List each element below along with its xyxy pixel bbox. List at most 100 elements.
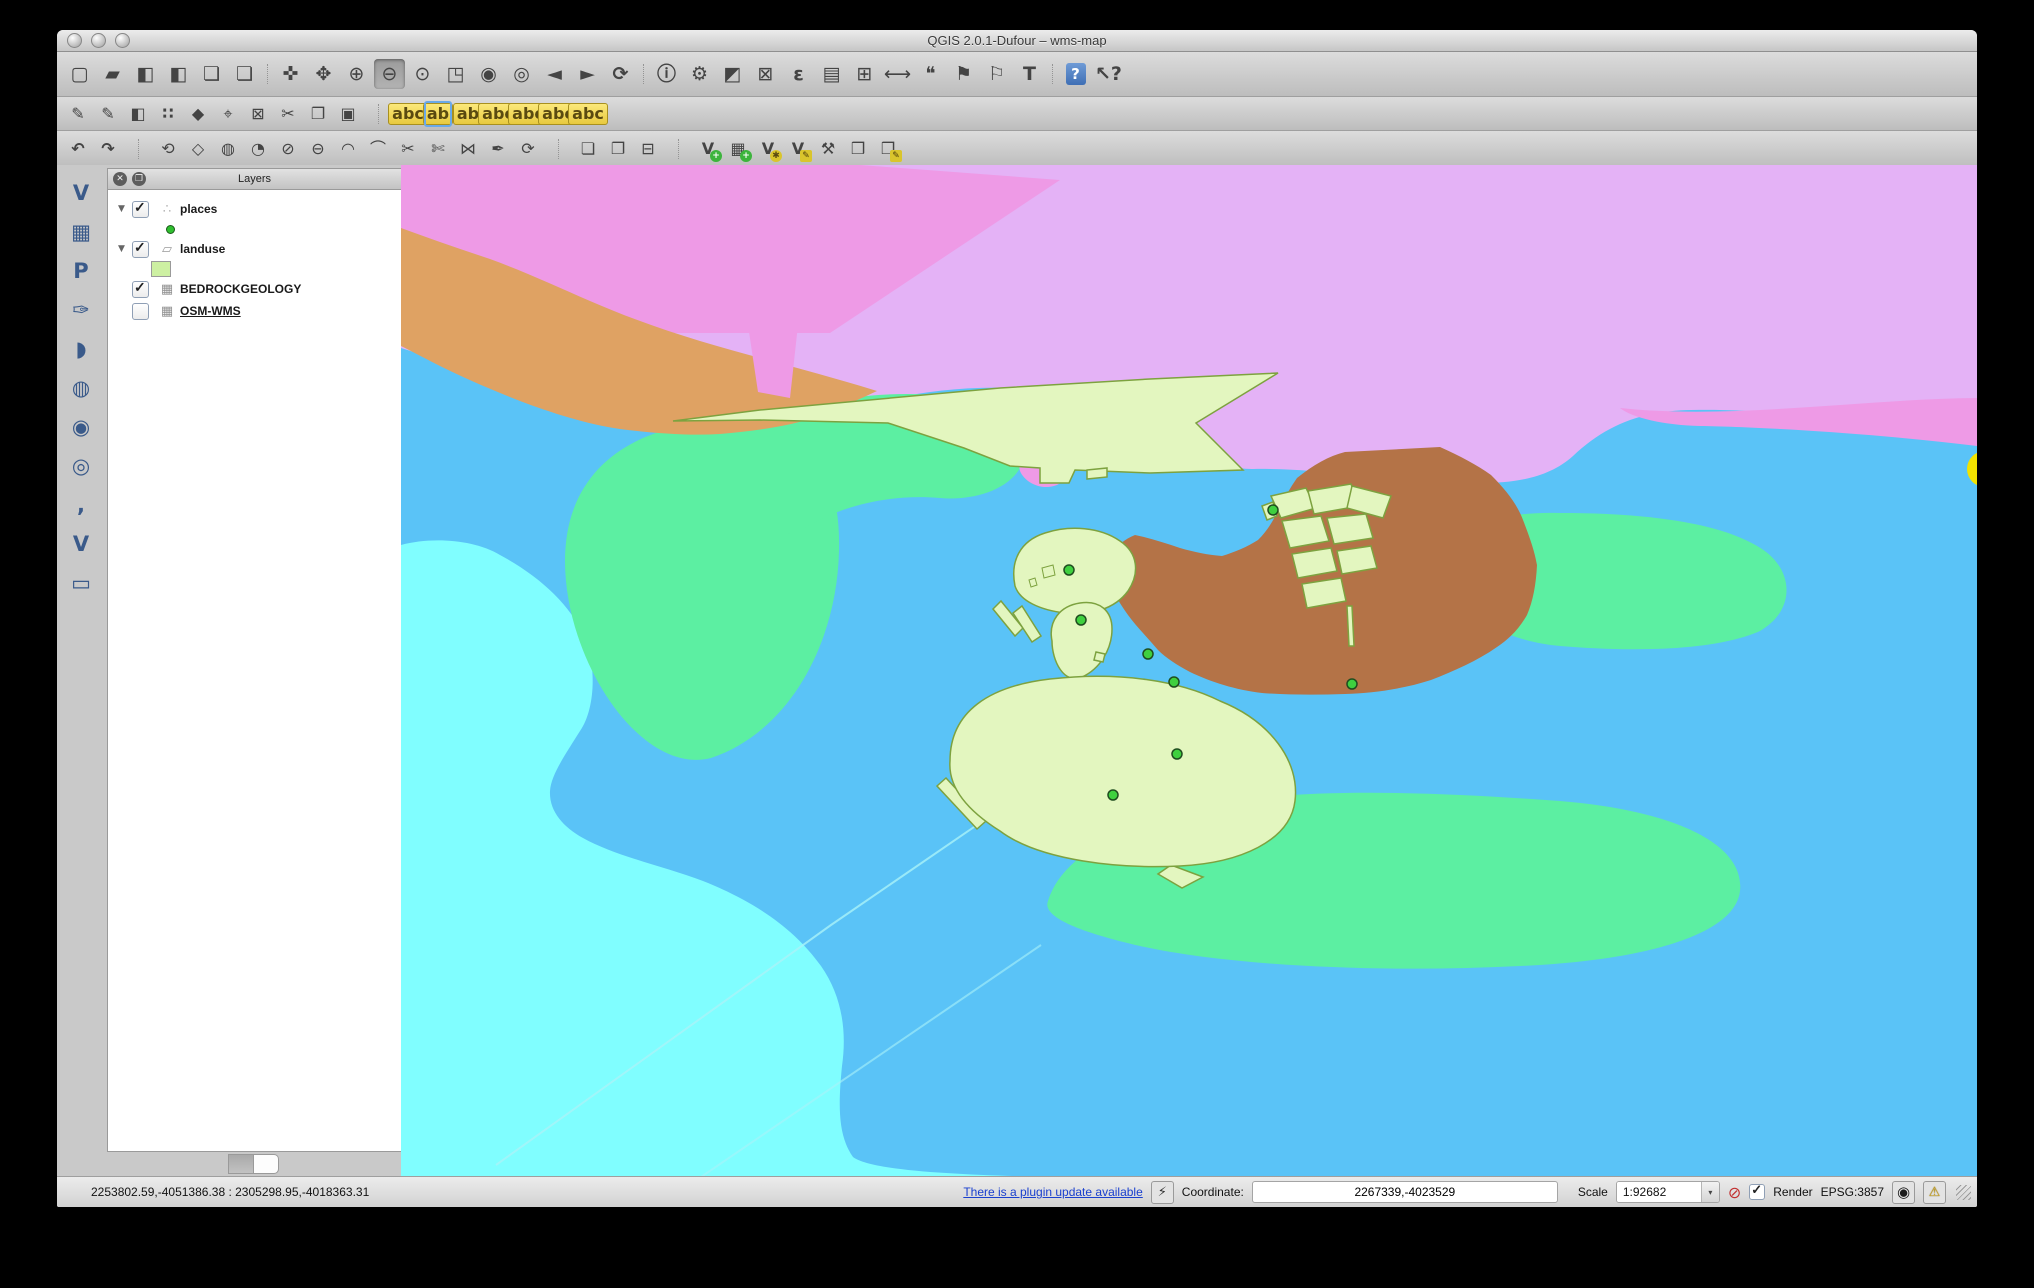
chevron-down-icon[interactable]: ▾	[1701, 1182, 1719, 1202]
layer-item[interactable]: ▼ landuse	[108, 238, 401, 278]
add-oracle-layer-button[interactable]: ◍	[64, 372, 98, 404]
toolbar-button[interactable]	[1047, 59, 1058, 89]
resize-grip[interactable]	[1956, 1185, 1971, 1200]
composer-manager-button[interactable]: ❏	[229, 59, 260, 89]
label-button[interactable]: abc	[394, 101, 422, 127]
redo-button[interactable]: ↷	[94, 136, 122, 162]
render-checkbox[interactable]	[1749, 1184, 1765, 1200]
zoom-last-button[interactable]: ◄	[539, 59, 570, 89]
delete-ring-button[interactable]: ⊘	[274, 136, 302, 162]
cut-features-button[interactable]: ✂	[274, 101, 302, 127]
add-delimited-text-layer-button[interactable]: ,	[64, 489, 98, 521]
zoom-full-button[interactable]: ◳	[440, 59, 471, 89]
panel-tab[interactable]	[254, 1154, 279, 1174]
plugin-icon[interactable]: ⚡	[1151, 1181, 1174, 1204]
split-parts-button[interactable]: ✄	[424, 136, 452, 162]
copy-style-button[interactable]: ❏	[574, 136, 602, 162]
offset-curve-button[interactable]: ⌒	[364, 136, 392, 162]
map-template-button[interactable]: ❒	[844, 136, 872, 162]
copy-features-button[interactable]: ❐	[304, 101, 332, 127]
new-shapefile-layer-button[interactable]: V	[64, 528, 98, 560]
node-tool-button[interactable]: ⌖	[214, 101, 242, 127]
new-bookmark-button[interactable]: ⚑	[948, 59, 979, 89]
select-features-button[interactable]: ◩	[717, 59, 748, 89]
new-shapefile-layer-button[interactable]: V	[694, 136, 722, 162]
zoom-out-button[interactable]: ⊖	[374, 59, 405, 89]
pan-to-selection-button[interactable]: ✥	[308, 59, 339, 89]
add-raster-layer-button[interactable]: ▦	[64, 216, 98, 248]
zoom-to-layer-button[interactable]: ◎	[506, 59, 537, 89]
toolbar-button[interactable]	[262, 59, 273, 89]
zoom-to-selection-button[interactable]: ◉	[473, 59, 504, 89]
toolbar-button[interactable]	[638, 59, 649, 89]
current-edits-button[interactable]: ✎	[64, 101, 92, 127]
reshape-features-button[interactable]: ◠	[334, 136, 362, 162]
rotate-feature-button[interactable]: ⟲	[154, 136, 182, 162]
panel-tab[interactable]	[228, 1154, 254, 1174]
layer-visibility-checkbox[interactable]	[132, 201, 149, 218]
zoom-in-button[interactable]: ⊕	[341, 59, 372, 89]
new-spatialite-layer-button[interactable]: ▦	[724, 136, 752, 162]
paste-features-button[interactable]: ▣	[334, 101, 362, 127]
field-calculator-button[interactable]: ⊞	[849, 59, 880, 89]
add-ring-button[interactable]: ◍	[214, 136, 242, 162]
toolbar-button[interactable]	[544, 136, 572, 162]
map-template-edit-button[interactable]: ❒	[874, 136, 902, 162]
whats-this-button[interactable]: ↖?	[1093, 59, 1124, 89]
add-postgis-layer-button[interactable]: P	[64, 255, 98, 287]
remove-layer-button[interactable]: ▭	[64, 567, 98, 599]
map-canvas[interactable]	[401, 165, 1977, 1177]
add-wcs-layer-button[interactable]: ◎	[64, 450, 98, 482]
add-wms-layer-button[interactable]: ◉	[64, 411, 98, 443]
toolbar-button[interactable]	[124, 136, 152, 162]
save-project-as-button[interactable]: ◧	[163, 59, 194, 89]
measure-button[interactable]: ⟷	[882, 59, 913, 89]
identify-features-button[interactable]: ⓘ	[651, 59, 682, 89]
select-by-expression-button[interactable]: ε	[783, 59, 814, 89]
layers-panel-header[interactable]: ✕ ❐ Layers	[108, 169, 401, 190]
deselect-features-button[interactable]: ⊠	[750, 59, 781, 89]
refresh-map-button[interactable]: ⟳	[605, 59, 636, 89]
coordinate-input[interactable]	[1252, 1181, 1558, 1203]
zoom-next-button[interactable]: ►	[572, 59, 603, 89]
new-project-button[interactable]: ▢	[64, 59, 95, 89]
crs-status-button[interactable]: ◉	[1892, 1181, 1915, 1204]
check-geometries-button[interactable]: ⊟	[634, 136, 662, 162]
plugin-update-link[interactable]: There is a plugin update available	[963, 1185, 1142, 1199]
expand-arrow-icon[interactable]: ▼	[118, 204, 132, 214]
layer-settings-button[interactable]: V	[754, 136, 782, 162]
layer-edit-button[interactable]: V	[784, 136, 812, 162]
expand-arrow-icon[interactable]: ▼	[118, 244, 132, 254]
open-attribute-table-button[interactable]: ▤	[816, 59, 847, 89]
layer-visibility-checkbox[interactable]	[132, 281, 149, 298]
split-features-button[interactable]: ✂	[394, 136, 422, 162]
layer-item[interactable]: ▼ BEDROCKGEOLOGY	[108, 278, 401, 300]
change-label-button[interactable]: abc	[574, 101, 602, 127]
sync-views-button[interactable]: ⟳	[514, 136, 542, 162]
add-feature-button[interactable]: ∷	[154, 101, 182, 127]
add-spatialite-layer-button[interactable]: ✑	[64, 294, 98, 326]
delete-selected-button[interactable]: ⊠	[244, 101, 272, 127]
show-bookmarks-button[interactable]: ⚐	[981, 59, 1012, 89]
add-part-button[interactable]: ◔	[244, 136, 272, 162]
zoom-native-button[interactable]: ⊙	[407, 59, 438, 89]
help-button[interactable]: ?	[1060, 59, 1091, 89]
rotate-point-symbols-button[interactable]: ✒	[484, 136, 512, 162]
undo-button[interactable]: ↶	[64, 136, 92, 162]
layer-item[interactable]: ▼ places	[108, 198, 401, 238]
layer-item[interactable]: ▼ OSM-WMS	[108, 300, 401, 322]
open-project-button[interactable]: ▰	[97, 59, 128, 89]
add-vector-layer-button[interactable]: V	[64, 177, 98, 209]
text-annotation-button[interactable]: T	[1014, 59, 1045, 89]
new-print-composer-button[interactable]: ❏	[196, 59, 227, 89]
stop-render-icon[interactable]: ⊘	[1728, 1183, 1741, 1202]
layer-visibility-checkbox[interactable]	[132, 303, 149, 320]
toggle-editing-button[interactable]: ✎	[94, 101, 122, 127]
merge-features-button[interactable]: ⋈	[454, 136, 482, 162]
move-feature-button[interactable]: ◆	[184, 101, 212, 127]
toolbar-button[interactable]	[664, 136, 692, 162]
labeling-button[interactable]: ab	[424, 101, 452, 127]
build-tools-button[interactable]: ⚒	[814, 136, 842, 162]
delete-part-button[interactable]: ⊖	[304, 136, 332, 162]
run-feature-action-button[interactable]: ⚙	[684, 59, 715, 89]
